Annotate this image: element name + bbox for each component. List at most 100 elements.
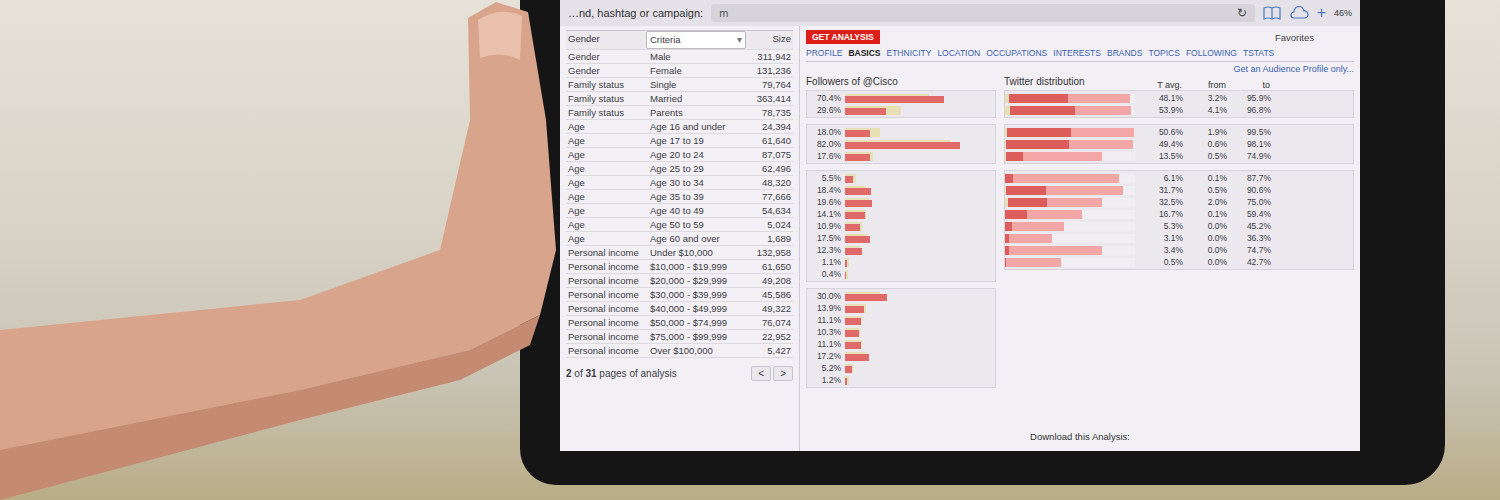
value-bar[interactable] [845, 130, 870, 137]
table-row[interactable]: Personal income$50,000 - $74,99976,074 [566, 316, 793, 330]
tab[interactable]: BRANDS [1107, 48, 1142, 58]
table-row[interactable]: AgeAge 16 and under24,394 [566, 120, 793, 134]
get-analysis-button[interactable]: GET ANALYSIS [806, 30, 880, 44]
distribution-row: 48.1%3.2%95.9% [1005, 92, 1353, 104]
tab[interactable]: TSTATS [1243, 48, 1274, 58]
bar-row: 11.1% [807, 338, 995, 350]
table-row[interactable]: GenderMale311,942 [566, 50, 793, 64]
value-bar[interactable] [845, 236, 870, 243]
size-cell: 49,322 [750, 302, 793, 315]
value-bar[interactable] [845, 142, 960, 149]
table-row[interactable]: Family statusSingle79,764 [566, 78, 793, 92]
search-field[interactable]: m↻ [711, 4, 1255, 22]
tab[interactable]: LOCATION [937, 48, 980, 58]
range-bar[interactable] [1005, 210, 1135, 219]
table-row[interactable]: AgeAge 35 to 3977,666 [566, 190, 793, 204]
value-bar[interactable] [845, 342, 861, 349]
avg-cell: 48.1% [1139, 93, 1183, 103]
table-row[interactable]: AgeAge 40 to 4954,634 [566, 204, 793, 218]
range-bar[interactable] [1005, 94, 1135, 103]
value-bar[interactable] [845, 272, 846, 279]
range-bar[interactable] [1005, 128, 1135, 137]
table-row[interactable]: Personal incomeOver $100,0005,427 [566, 344, 793, 358]
value-bar[interactable] [845, 200, 872, 207]
range-bar[interactable] [1005, 246, 1135, 255]
distribution-group: 6.1%0.1%87.7%31.7%0.5%90.6%32.5%2.0%75.0… [1004, 170, 1354, 270]
tab[interactable]: OCCUPATIONS [986, 48, 1047, 58]
criteria-dropdown[interactable]: Criteria▾ [646, 31, 746, 49]
tab-bar: PROFILE BASICS ETHNICITY LOCATION OCCUPATION… [806, 45, 1354, 62]
distribution-row: 16.7%0.1%59.4% [1005, 208, 1353, 220]
value-bar[interactable] [845, 212, 865, 219]
range-bar[interactable] [1005, 152, 1135, 161]
table-row[interactable]: Personal income$10,000 - $19,99961,650 [566, 260, 793, 274]
add-button[interactable]: + [1317, 4, 1326, 22]
table-row[interactable]: Personal income$20,000 - $29,99949,208 [566, 274, 793, 288]
pager-text: 2 of 31 pages of analysis [566, 368, 677, 379]
table-row[interactable]: Personal incomeUnder $10,000132,958 [566, 246, 793, 260]
range-bar[interactable] [1005, 198, 1135, 207]
category-cell: Age [566, 218, 646, 231]
to-cell: 42.7% [1227, 257, 1271, 267]
bar-row: 70.4% [807, 92, 995, 104]
table-row[interactable]: Family statusParents78,735 [566, 106, 793, 120]
table-row[interactable]: AgeAge 20 to 2487,075 [566, 148, 793, 162]
table-row[interactable]: Family statusMarried363,414 [566, 92, 793, 106]
value-bar[interactable] [845, 224, 860, 231]
book-icon[interactable] [1263, 6, 1281, 20]
value-bar[interactable] [845, 154, 870, 161]
value-bar[interactable] [845, 188, 871, 195]
range-bar[interactable] [1005, 234, 1135, 243]
table-row[interactable]: Personal income$40,000 - $49,99949,322 [566, 302, 793, 316]
next-page-button[interactable]: > [773, 366, 793, 381]
bar-track [845, 376, 985, 385]
range-bar[interactable] [1005, 140, 1135, 149]
tab[interactable]: INTERESTS [1053, 48, 1101, 58]
size-cell: 22,952 [750, 330, 793, 343]
table-row[interactable]: GenderFemale131,236 [566, 64, 793, 78]
value-bar[interactable] [845, 330, 859, 337]
range-bar[interactable] [1005, 106, 1135, 115]
value-bar[interactable] [845, 354, 869, 361]
value-bar[interactable] [845, 378, 847, 385]
bar-row: 17.2% [807, 350, 995, 362]
value-bar[interactable] [845, 318, 861, 325]
range-bar[interactable] [1005, 186, 1135, 195]
table-row[interactable]: Personal income$30,000 - $39,99945,586 [566, 288, 793, 302]
audience-profile-link[interactable]: Get an Audience Profile only... [1234, 64, 1354, 74]
bar-row: 17.5% [807, 232, 995, 244]
prev-page-button[interactable]: < [751, 366, 771, 381]
table-row[interactable]: AgeAge 50 to 595,024 [566, 218, 793, 232]
tab[interactable]: TOPICS [1148, 48, 1180, 58]
to-cell: 96.8% [1227, 105, 1271, 115]
value-bar[interactable] [845, 294, 887, 301]
from-cell: 0.1% [1183, 209, 1227, 219]
value-bar[interactable] [845, 96, 944, 103]
value-bar[interactable] [845, 306, 864, 313]
range-bar[interactable] [1005, 258, 1135, 267]
range-bar[interactable] [1005, 174, 1135, 183]
size-cell: 132,958 [750, 246, 793, 259]
value-bar[interactable] [845, 108, 886, 115]
tab[interactable]: ETHNICITY [887, 48, 932, 58]
cloud-icon[interactable] [1289, 6, 1309, 20]
bar-label: 17.5% [807, 233, 845, 243]
value-bar[interactable] [845, 260, 847, 267]
bar-row: 1.2% [807, 374, 995, 386]
reload-icon[interactable]: ↻ [1237, 6, 1247, 20]
value-bar[interactable] [845, 176, 853, 183]
tab[interactable]: FOLLOWING [1186, 48, 1237, 58]
value-bar[interactable] [845, 248, 862, 255]
range-bar[interactable] [1005, 222, 1135, 231]
tab[interactable]: PROFILE [806, 48, 842, 58]
table-row[interactable]: AgeAge 30 to 3448,320 [566, 176, 793, 190]
bar-label: 17.6% [807, 151, 845, 161]
table-row[interactable]: Personal income$75,000 - $99,99922,952 [566, 330, 793, 344]
table-row[interactable]: AgeAge 60 and over1,689 [566, 232, 793, 246]
table-row[interactable]: AgeAge 17 to 1961,640 [566, 134, 793, 148]
table-row[interactable]: AgeAge 25 to 2962,496 [566, 162, 793, 176]
bar-track [845, 246, 985, 255]
value-bar[interactable] [845, 366, 852, 373]
favorites-link[interactable]: Favorites [1275, 32, 1354, 43]
tab[interactable]: BASICS [848, 48, 880, 58]
